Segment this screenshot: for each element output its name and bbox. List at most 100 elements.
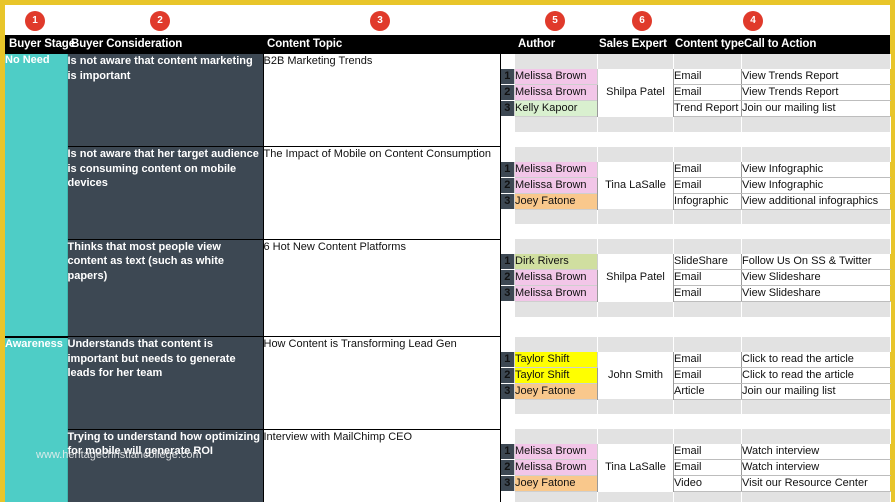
item-number-badge: 2 xyxy=(500,459,515,476)
detail-gap xyxy=(500,146,515,162)
author-cell: Melissa Brown xyxy=(514,177,598,194)
author-cell: Melissa Brown xyxy=(514,84,598,101)
detail-spacer xyxy=(673,336,742,352)
sales-expert-cell: Tina LaSalle xyxy=(597,161,674,209)
detail-gap xyxy=(741,224,891,239)
sales-expert-cell: Shilpa Patel xyxy=(597,69,674,117)
item-number-badge: 3 xyxy=(500,100,515,117)
callout-marker-2: 2 xyxy=(150,11,170,31)
table-row: Is not aware that her target audience is… xyxy=(5,146,891,240)
callout-marker-1: 1 xyxy=(25,11,45,31)
item-number-badge: 1 xyxy=(500,444,515,460)
item-number-badge: 1 xyxy=(500,351,515,368)
table-row: Trying to understand how optimizing for … xyxy=(5,429,891,502)
call-to-action-cell: Click to read the article xyxy=(741,351,891,368)
content-type-cell: Email xyxy=(673,69,742,85)
content-topic-cell: How Content is Transforming Lead Gen xyxy=(263,336,501,430)
detail-spacer xyxy=(741,239,891,254)
detail-spacer xyxy=(741,336,891,352)
detail-spacer xyxy=(597,54,674,69)
call-to-action-cell: View additional infographics xyxy=(741,193,891,210)
detail-spacer xyxy=(741,491,891,502)
detail-item-row: 3 Kelly Kapoor Trend Report Join our mailin… xyxy=(500,100,891,117)
author-cell: Melissa Brown xyxy=(514,285,598,302)
detail-gap xyxy=(514,414,598,429)
content-type-cell: Email xyxy=(673,177,742,194)
call-to-action-cell: Visit our Resource Center xyxy=(741,475,891,492)
detail-spacer xyxy=(514,239,598,254)
content-topic-cell: Interview with MailChimp CEO xyxy=(263,429,501,502)
call-to-action-cell: View Trends Report xyxy=(741,69,891,85)
content-type-cell: Infographic xyxy=(673,193,742,210)
call-to-action-cell: Follow Us On SS & Twitter xyxy=(741,254,891,270)
buyer-consideration-cell: Trying to understand how optimizing for … xyxy=(66,429,264,502)
detail-item-row: 1 Melissa Brown Shilpa Patel Email View Tren… xyxy=(500,69,891,117)
detail-item-row: 3 Melissa Brown Email View Slideshare xyxy=(500,285,891,302)
detail-gap xyxy=(673,414,742,429)
stage-label-no-need: No Need xyxy=(5,54,68,338)
detail-spacer xyxy=(673,239,742,254)
callout-marker-6: 6 xyxy=(632,11,652,31)
callout-marker-strip: 1 2 3 5 6 4 xyxy=(5,5,890,35)
callout-marker-4: 4 xyxy=(743,11,763,31)
buyer-consideration-cell: Is not aware that content marketing is i… xyxy=(66,54,264,147)
call-to-action-cell: View Infographic xyxy=(741,161,891,178)
call-to-action-cell: Join our mailing list xyxy=(741,383,891,400)
detail-gap xyxy=(500,116,515,132)
detail-spacer xyxy=(673,429,742,444)
call-to-action-cell: View Slideshare xyxy=(741,285,891,302)
item-number-badge: 2 xyxy=(500,269,515,286)
detail-spacer xyxy=(673,399,742,414)
detail-spacer xyxy=(597,301,674,317)
header-badge-spacer xyxy=(500,37,514,52)
author-cell: Taylor Shift xyxy=(514,351,598,368)
detail-block: 1 Melissa Brown Shilpa Patel Email View Tren… xyxy=(500,54,891,147)
content-type-cell: SlideShare xyxy=(673,254,742,270)
content-type-cell: Email xyxy=(673,269,742,286)
content-matrix-table: Buyer Stage Buyer Consideration Content … xyxy=(5,35,891,502)
detail-item-row: 1 Melissa Brown Tina LaSalle Email View Info… xyxy=(500,161,891,209)
header-content-topic: Content Topic xyxy=(263,35,500,54)
detail-spacer xyxy=(514,429,598,444)
header-detail-group: Author Sales Expert Content type Call to… xyxy=(500,35,890,54)
detail-item-row: 1 Taylor Shift John Smith Email Click to rea… xyxy=(500,351,891,399)
author-cell: Melissa Brown xyxy=(514,459,598,476)
detail-gap xyxy=(500,399,515,414)
content-type-cell: Video xyxy=(673,475,742,492)
author-cell: Joey Fatone xyxy=(514,475,598,492)
detail-item-row: 1 Melissa Brown Tina LaSalle Email Watch int… xyxy=(500,444,891,492)
item-number-badge: 2 xyxy=(500,367,515,384)
detail-spacer xyxy=(673,54,742,69)
detail-spacer xyxy=(741,116,891,132)
item-number-badge: 3 xyxy=(500,285,515,302)
detail-spacer xyxy=(597,116,674,132)
detail-block: 1 Melissa Brown Tina LaSalle Email View Info… xyxy=(500,146,891,239)
content-type-cell: Email xyxy=(673,161,742,178)
header-sales-expert: Sales Expert xyxy=(597,37,673,52)
detail-spacer xyxy=(514,116,598,132)
item-number-badge: 3 xyxy=(500,475,515,492)
detail-gap xyxy=(514,224,598,239)
detail-spacer xyxy=(673,301,742,317)
detail-spacer xyxy=(741,429,891,444)
detail-item-row: 1 Dirk Rivers Shilpa Patel SlideShare Follow… xyxy=(500,254,891,302)
call-to-action-cell: Watch interview xyxy=(741,444,891,460)
detail-gap xyxy=(673,224,742,239)
detail-gap xyxy=(597,131,674,147)
detail-spacer xyxy=(597,239,674,254)
detail-item-row: 3 Joey Fatone Video Visit our Resource Cent… xyxy=(500,475,891,492)
detail-gap xyxy=(514,131,598,147)
item-number-badge: 2 xyxy=(500,84,515,101)
call-to-action-cell: View Trends Report xyxy=(741,84,891,101)
content-type-cell: Email xyxy=(673,444,742,460)
table-header-row: Buyer Stage Buyer Consideration Content … xyxy=(5,35,890,54)
detail-item-row: 2 Melissa Brown Email View Infographic xyxy=(500,177,891,194)
detail-block: 1 Taylor Shift John Smith Email Click to rea… xyxy=(500,336,891,429)
detail-gap xyxy=(500,316,515,337)
detail-spacer xyxy=(514,301,598,317)
detail-item-row: 3 Joey Fatone Article Join our mailing list xyxy=(500,383,891,400)
item-number-badge: 1 xyxy=(500,254,515,270)
detail-gap xyxy=(673,316,742,337)
detail-gap xyxy=(500,239,515,254)
author-cell: Taylor Shift xyxy=(514,367,598,384)
